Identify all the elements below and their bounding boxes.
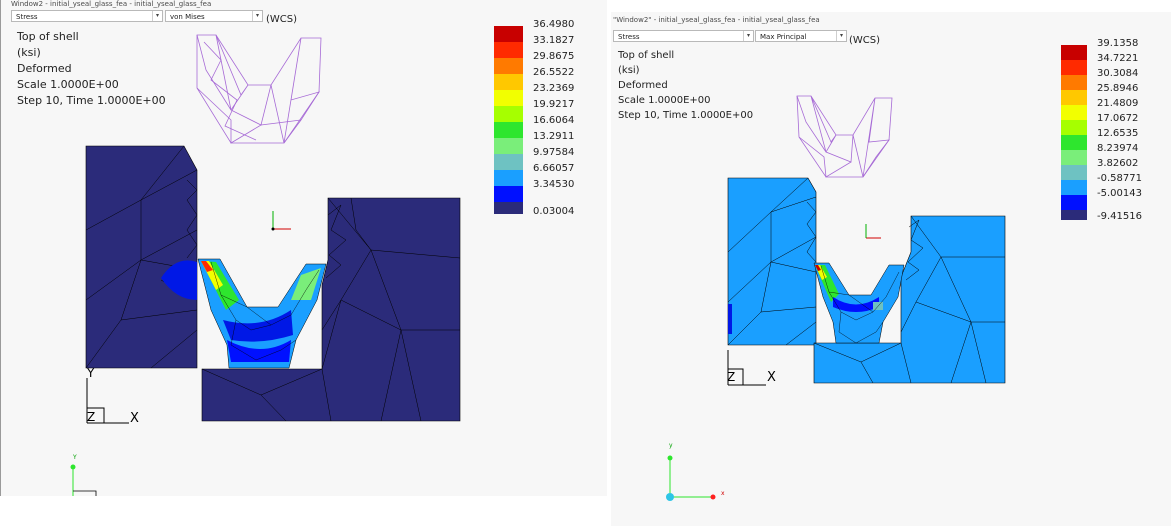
right-fea-model[interactable] <box>611 12 1171 526</box>
undeformed-seal-outline <box>196 34 322 144</box>
triad-label-y: Y <box>73 454 77 461</box>
left-block <box>85 145 198 369</box>
axis-label-z: Z <box>727 370 736 384</box>
axis-label-x: X <box>130 411 139 426</box>
origin-triad-icon <box>271 211 291 231</box>
origin-triad-icon <box>865 224 881 239</box>
deformed-seal <box>813 262 905 344</box>
left-viewport-window[interactable]: Window2 - initial_yseal_glass_fea - init… <box>0 0 607 496</box>
left-bottom-blank <box>0 496 606 526</box>
axis-label-y: Y <box>87 366 95 380</box>
triad-label-y: y <box>669 442 673 449</box>
lower-axis-triad-icon <box>666 455 716 501</box>
lower-axis-triad-icon <box>70 464 97 496</box>
deformed-seal <box>197 258 327 369</box>
undeformed-seal-outline <box>796 95 893 178</box>
triad-label-x: x <box>721 490 725 497</box>
left-block <box>727 177 817 346</box>
axis-label-z: Z <box>87 410 96 424</box>
right-viewport-window[interactable]: "Window2" - initial_yseal_glass_fea - in… <box>611 12 1171 526</box>
axis-label-x: X <box>767 370 776 385</box>
